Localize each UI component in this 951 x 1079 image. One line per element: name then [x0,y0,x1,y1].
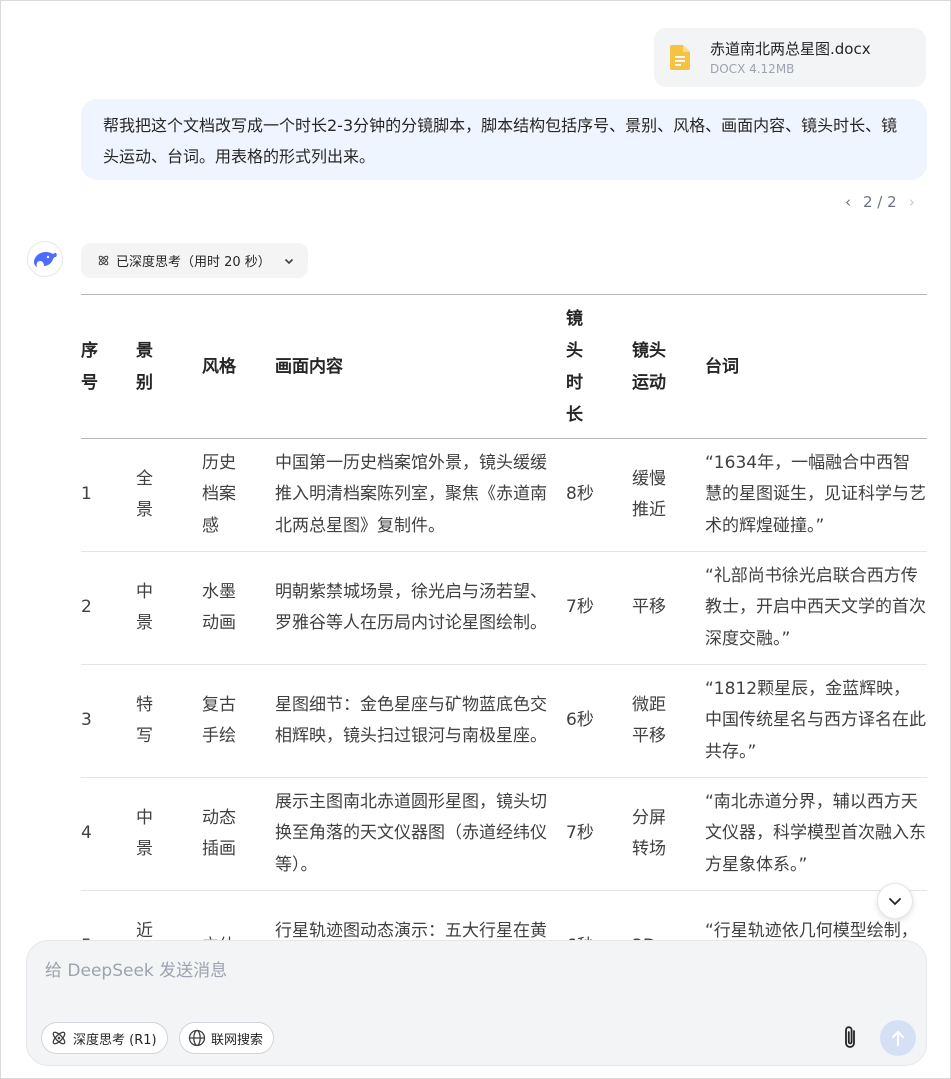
chevron-down-icon [889,898,901,906]
atom-icon [52,1031,66,1045]
file-name: 赤道南北两总星图.docx [710,40,871,58]
cell-movement: 平移 [632,597,666,618]
send-button[interactable] [880,1020,916,1056]
attach-button[interactable] [837,1023,863,1053]
cell-duration: 6秒 [566,710,594,731]
header-no: 序号 [81,340,98,393]
cell-shot: 全景 [136,468,153,521]
cell-duration: 8秒 [566,484,594,505]
thinking-toggle[interactable]: 已深度思考（用时 20 秒） [81,243,308,278]
table-row: 3 特写 复古手绘 星图细节：金色星座与矿物蓝底色交相辉映，镜头扫过银河与南极星… [81,665,927,778]
table-header-row: 序号 景别 风格 画面内容 镜头时长 镜头运动 台词 [81,294,927,439]
file-meta: DOCX 4.12MB [710,62,795,76]
header-movement: 镜头运动 [632,340,666,393]
thinking-label: 已深度思考（用时 20 秒） [116,255,271,270]
prev-response-icon[interactable]: ‹ [839,193,857,211]
paperclip-icon [845,1026,855,1048]
cell-style: 复古手绘 [202,694,236,747]
pager-text: 2 / 2 [863,193,897,211]
cell-shot: 特写 [136,694,153,747]
table-row: 1 全景 历史档案感 中国第一历史档案馆外景，镜头缓缓推入明清档案陈列室，聚焦《… [81,439,927,552]
next-response-icon[interactable]: › [903,193,921,211]
attached-file-card[interactable]: 赤道南北两总星图.docx DOCX 4.12MB [654,28,926,87]
chat-window: 赤道南北两总星图.docx DOCX 4.12MB 帮我把这个文档改写成一个时长… [0,0,951,1079]
response-pager: ‹ 2 / 2 › [839,191,921,213]
document-icon [670,45,690,70]
cell-no: 1 [81,484,92,505]
cell-shot: 中景 [136,807,153,860]
cell-line: “1812颗星辰，金蓝辉映，中国传统星名与西方译名在此共存。” [705,678,926,762]
cell-content: 展示主图南北赤道圆形星图，镜头切换至角落的天文仪器图（赤道经纬仪等）。 [275,791,547,875]
arrow-up-icon [892,1031,904,1046]
cell-movement: 缓慢推近 [632,468,666,521]
cell-no: 2 [81,597,92,618]
cell-no: 3 [81,710,92,731]
table-row: 2 中景 水墨动画 明朝紫禁城场景，徐光启与汤若望、罗雅谷等人在历局内讨论星图绘… [81,552,927,665]
header-shot: 景别 [136,340,153,393]
deep-think-button[interactable]: 深度思考 (R1) [41,1022,168,1054]
cell-shot: 中景 [136,581,153,634]
cell-duration: 7秒 [566,597,594,618]
table-row: 4 中景 动态插画 展示主图南北赤道圆形星图，镜头切换至角落的天文仪器图（赤道经… [81,778,927,891]
header-duration: 镜头时长 [566,308,583,425]
cell-style: 历史档案感 [202,452,236,536]
header-line: 台词 [705,356,739,377]
cell-no: 4 [81,823,92,844]
scroll-to-bottom-button[interactable] [877,883,913,919]
cell-line: “南北赤道分界，辅以西方天文仪器，科学模型首次融入东方星象体系。” [705,791,926,875]
user-message: 帮我把这个文档改写成一个时长2-3分钟的分镜脚本，脚本结构包括序号、景别、风格、… [81,99,927,180]
web-search-label: 联网搜索 [211,1032,264,1048]
header-style: 风格 [202,356,236,377]
message-composer: 深度思考 (R1) 联网搜索 [26,940,927,1066]
message-input[interactable] [43,955,887,987]
cell-content: 星图细节：金色星座与矿物蓝底色交相辉映，镜头扫过银河与南极星座。 [275,694,547,747]
atom-icon [98,255,109,266]
cell-movement: 微距平移 [632,694,666,747]
whale-logo-icon [34,252,57,267]
cell-movement: 分屏转场 [632,807,666,860]
cell-style: 动态插画 [202,807,236,860]
web-search-button[interactable]: 联网搜索 [179,1022,275,1054]
chevron-down-icon [284,258,293,264]
cell-line: “礼部尚书徐光启联合西方传教士，开启中西天文学的首次深度交融。” [705,565,926,649]
cell-duration: 7秒 [566,823,594,844]
cell-line: “1634年，一幅融合中西智慧的星图诞生，见证科学与艺术的辉煌碰撞。” [705,452,926,536]
globe-icon [188,1029,206,1047]
assistant-avatar [27,241,63,277]
header-content: 画面内容 [275,356,343,377]
deep-think-label: 深度思考 (R1) [73,1032,157,1048]
cell-style: 水墨动画 [202,581,236,634]
cell-content: 中国第一历史档案馆外景，镜头缓缓推入明清档案陈列室，聚焦《赤道南北两总星图》复制… [275,452,547,536]
cell-content: 明朝紫禁城场景，徐光启与汤若望、罗雅谷等人在历局内讨论星图绘制。 [275,581,547,634]
storyboard-table: 序号 景别 风格 画面内容 镜头时长 镜头运动 台词 1 全景 历史档案感 中国… [81,294,927,1004]
